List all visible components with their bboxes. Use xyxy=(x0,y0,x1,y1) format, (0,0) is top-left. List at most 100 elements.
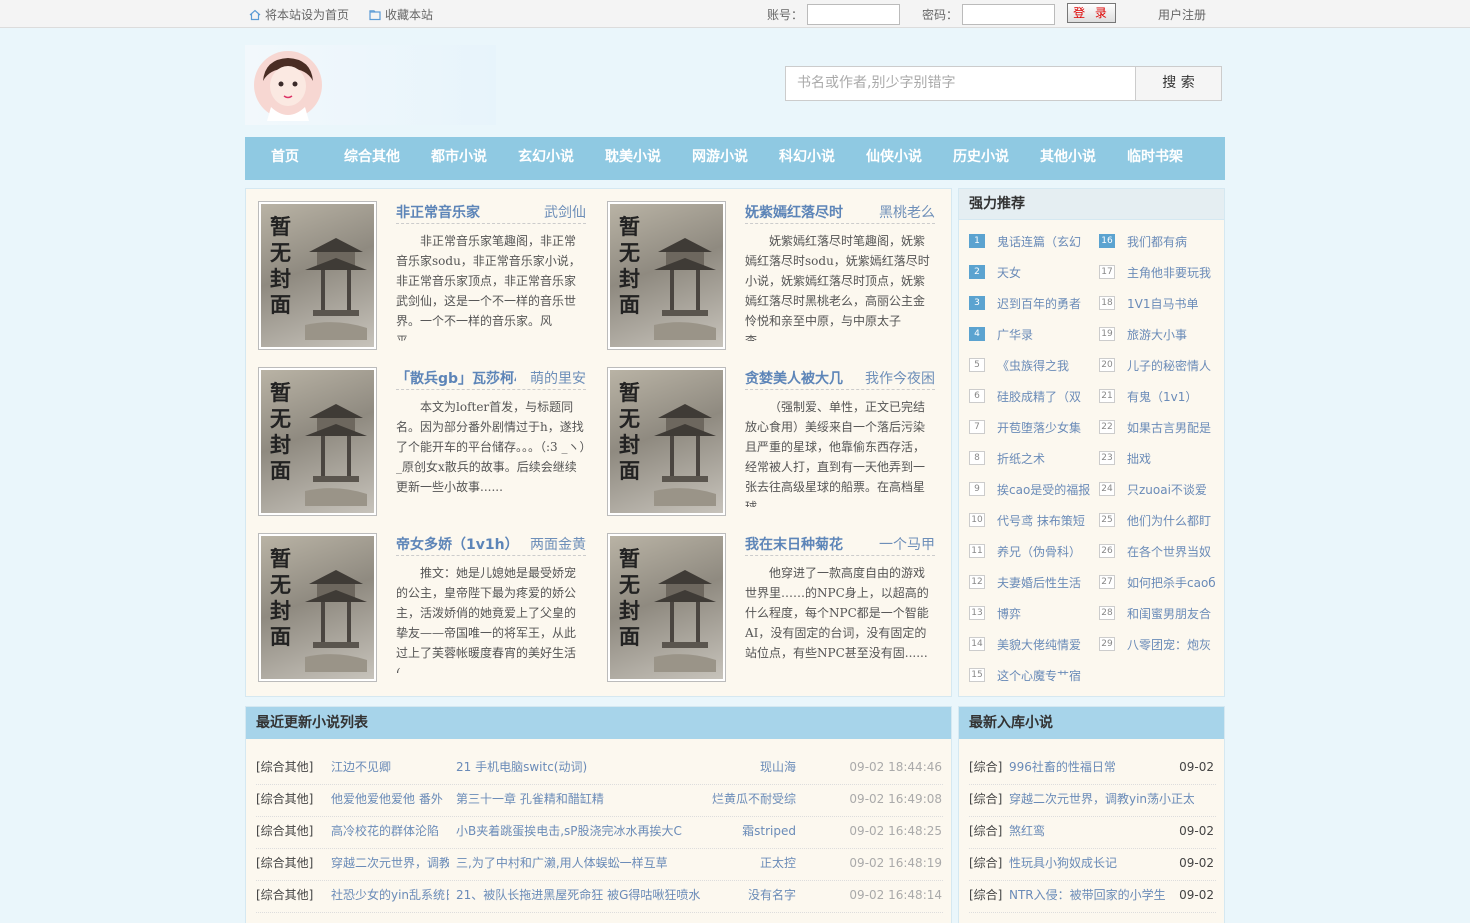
book-title[interactable]: 贪婪美人被大几 xyxy=(745,368,865,388)
recommend-item[interactable]: 24 只zuoai不谈爱 xyxy=(1099,479,1224,499)
book-cover[interactable]: 暂无封面 xyxy=(607,367,726,516)
row-chapter[interactable]: 21 手机电脑switc(动词) xyxy=(456,753,706,781)
recommend-item[interactable]: 28 和闺蜜男朋友合 xyxy=(1099,603,1224,623)
book-author[interactable]: 武剑仙 xyxy=(516,202,586,222)
row-book-title[interactable]: 煞红鸾 xyxy=(1009,817,1194,845)
recommend-item[interactable]: 14 美貌大佬纯情爱 xyxy=(969,634,1094,654)
nav-item[interactable]: 都市小说 xyxy=(419,137,499,180)
recommend-item[interactable]: 10 代号鸢 抹布策短 xyxy=(969,510,1094,530)
book-cover[interactable]: 暂无封面 xyxy=(258,367,377,516)
recommend-item[interactable]: 26 在各个世界当奴 xyxy=(1099,541,1224,561)
nav-item[interactable]: 首页 xyxy=(245,137,325,180)
search-input[interactable]: 书名或作者,别少字别错字 xyxy=(785,66,1136,101)
recommend-item[interactable]: 16 我们都有病 xyxy=(1099,231,1224,251)
row-book-title[interactable]: 穿越二次元世界，调教yin荡小正太 xyxy=(1009,785,1194,813)
recommend-item[interactable]: 27 如何把杀手caoб xyxy=(1099,572,1224,592)
recommend-item-title: 在各个世界当奴 xyxy=(1127,544,1212,559)
nav-item[interactable]: 科幻小说 xyxy=(767,137,847,180)
book-author[interactable]: 我作今夜困兽 xyxy=(865,368,935,388)
book-author[interactable]: 黑桃老么 xyxy=(865,202,935,222)
newest-row: [综合] 穿越二次元世界，调教yin荡小正太 xyxy=(969,785,1216,817)
recommend-item[interactable]: 21 有鬼（1v1） xyxy=(1099,386,1224,406)
recommend-item[interactable]: 9 挨cao是受的福报 xyxy=(969,479,1094,499)
recommend-item[interactable]: 3 迟到百年的勇者 xyxy=(969,293,1094,313)
book-card: 暂无封面 帝女多娇（1v1h） 两面金黄 推文：她是儿媳她是最受娇宠的公主，皇帝陛下最… xyxy=(246,521,586,682)
row-author[interactable]: 现山海 xyxy=(706,753,796,781)
recommend-item[interactable]: 17 主角他非要玩我 xyxy=(1099,262,1224,282)
book-author[interactable]: 萌的里安 xyxy=(516,368,586,388)
row-category: [综合] xyxy=(969,856,1003,870)
rank-number: 8 xyxy=(969,451,985,465)
book-cover[interactable]: 暂无封面 xyxy=(607,201,726,350)
row-book-title[interactable]: NTR入侵：被带回家的小学生 xyxy=(1009,881,1194,909)
nav-item[interactable]: 综合其他 xyxy=(332,137,412,180)
book-cover[interactable]: 暂无封面 xyxy=(258,201,377,350)
row-book-title[interactable]: 社恐少女的yin乱系统日 xyxy=(331,881,449,909)
row-author[interactable]: 烂黄瓜不耐受综 xyxy=(706,785,796,813)
recommend-item[interactable]: 18 1V1自马书单 xyxy=(1099,293,1224,313)
password-input[interactable] xyxy=(962,4,1055,25)
recommend-item[interactable]: 8 折纸之术 xyxy=(969,448,1094,468)
recommend-item[interactable]: 5 《虫族得之我 xyxy=(969,355,1094,375)
row-chapter[interactable]: 21、被队长拖进黑屋死命狂 被G得咕啾狂喷水 xyxy=(456,881,706,909)
register-link[interactable]: 用户注册 xyxy=(1158,6,1206,23)
row-book-title[interactable]: 性玩具小狗奴成长记 xyxy=(1009,849,1194,877)
recommend-item[interactable]: 2 天女 xyxy=(969,262,1094,282)
row-chapter[interactable]: 第三十一章 孔雀精和醋缸精 xyxy=(456,785,706,813)
recommend-item[interactable]: 11 养兄（伪骨科） xyxy=(969,541,1094,561)
row-author[interactable]: 正太控 xyxy=(706,849,796,877)
recommend-item-title: 《虫族得之我 xyxy=(997,358,1070,373)
nav-item[interactable]: 其他小说 xyxy=(1028,137,1108,180)
nav-item[interactable]: 网游小说 xyxy=(680,137,760,180)
set-home-link[interactable]: 将本站设为首页 xyxy=(249,6,349,23)
book-title[interactable]: 「散兵gb」瓦莎柯小 xyxy=(396,368,516,388)
search-button[interactable]: 搜 索 xyxy=(1135,66,1222,101)
book-title[interactable]: 妩紫嫣红落尽时 xyxy=(745,202,865,222)
row-book-title[interactable]: 他爱他爱他爱他 番外 xyxy=(331,785,449,813)
recommend-item[interactable]: 12 夫妻婚后性生活 xyxy=(969,572,1094,592)
recommend-item[interactable]: 29 八零团宠：炮灰 xyxy=(1099,634,1224,654)
row-book-title[interactable]: 江边不见卿 xyxy=(331,753,449,781)
nav-item[interactable]: 玄幻小说 xyxy=(506,137,586,180)
cover-placeholder-text: 暂无封面 xyxy=(619,546,640,649)
recommend-item-title: 旅游大小事 xyxy=(1127,327,1188,342)
recommend-item[interactable]: 25 他们为什么都盯 xyxy=(1099,510,1224,530)
row-category: [综合] xyxy=(969,760,1003,774)
login-button[interactable]: 登 录 xyxy=(1067,3,1116,23)
rank-number: 3 xyxy=(969,296,985,310)
featured-books: 暂无封面 非正常音乐家 武剑仙 非正常音乐家笔趣阁，非正常音乐家sodu，非正常音乐家… xyxy=(245,188,952,697)
book-title[interactable]: 帝女多娇（1v1h） xyxy=(396,534,516,554)
site-logo[interactable] xyxy=(245,45,496,125)
row-book-title[interactable]: 高冷校花的群体沦陷 xyxy=(331,817,449,845)
row-book-title[interactable]: 穿越二次元世界，调教 xyxy=(331,849,449,877)
recommend-item[interactable]: 19 旅游大小事 xyxy=(1099,324,1224,344)
recommend-item[interactable]: 4 广华录 xyxy=(969,324,1094,344)
book-title[interactable]: 非正常音乐家 xyxy=(396,202,516,222)
row-author[interactable]: 没有名字 xyxy=(706,881,796,909)
home-icon xyxy=(249,9,261,20)
book-author[interactable]: 两面金黄 xyxy=(516,534,586,554)
recommend-item[interactable]: 13 博弈 xyxy=(969,603,1094,623)
recommend-item[interactable]: 6 硅胶成精了（双 xyxy=(969,386,1094,406)
cover-placeholder-text: 暂无封面 xyxy=(270,546,291,649)
row-chapter[interactable]: 三,为了中村和广濑,用人体蜈蚣一样互草 xyxy=(456,849,706,877)
row-chapter[interactable]: 小B夹着跳蛋挨电击,sP股浇完冰水再挨大C xyxy=(456,817,706,845)
book-title[interactable]: 我在末日种菊花 xyxy=(745,534,865,554)
recommend-item[interactable]: 1 鬼话连篇（玄幻 xyxy=(969,231,1094,251)
book-cover[interactable]: 暂无封面 xyxy=(607,533,726,682)
row-author[interactable]: 霜striped xyxy=(706,817,796,845)
recommend-item[interactable]: 7 开苞堕落少女集 xyxy=(969,417,1094,437)
nav-item[interactable]: 历史小说 xyxy=(941,137,1021,180)
recommend-item[interactable]: 23 拙戏 xyxy=(1099,448,1224,468)
account-input[interactable] xyxy=(807,4,900,25)
book-author[interactable]: 一个马甲 xyxy=(865,534,935,554)
recommend-item[interactable]: 22 如果古言男配是 xyxy=(1099,417,1224,437)
nav-item[interactable]: 耽美小说 xyxy=(593,137,673,180)
book-cover[interactable]: 暂无封面 xyxy=(258,533,377,682)
bookmark-link[interactable]: 收藏本站 xyxy=(369,6,433,23)
nav-item[interactable]: 仙侠小说 xyxy=(854,137,934,180)
row-book-title[interactable]: 996社畜的性福日常 xyxy=(1009,753,1194,781)
recommend-item[interactable]: 20 儿子的秘密情人 xyxy=(1099,355,1224,375)
recommend-item[interactable]: 15 这个心魔专艹宿 xyxy=(969,665,1094,685)
nav-item[interactable]: 临时书架 xyxy=(1115,137,1195,180)
